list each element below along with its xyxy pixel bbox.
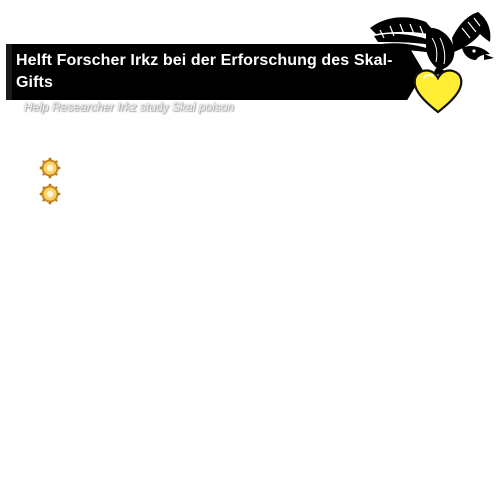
objective-item[interactable] xyxy=(38,182,62,206)
quest-frame: Helft Forscher Irkz bei der Erforschung … xyxy=(0,0,500,500)
banner-edge xyxy=(6,44,12,100)
quest-subtitle: Help Researcher Irkz study Skal poison xyxy=(24,100,235,114)
objective-list xyxy=(38,156,62,208)
gold-sun-icon xyxy=(39,157,61,179)
heart-icon[interactable] xyxy=(410,66,466,116)
quest-title: Helft Forscher Irkz bei der Erforschung … xyxy=(16,52,393,91)
gold-sun-icon xyxy=(39,183,61,205)
objective-item[interactable] xyxy=(38,156,62,180)
